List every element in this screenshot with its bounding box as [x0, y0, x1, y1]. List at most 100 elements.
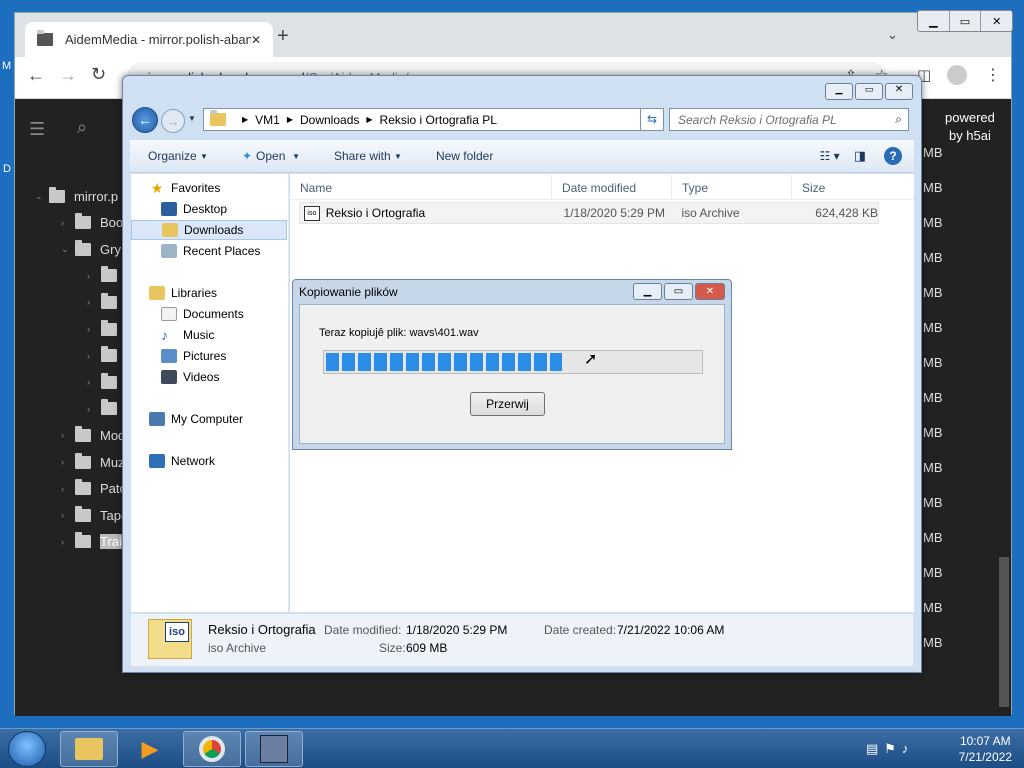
- taskbar-program[interactable]: [245, 731, 303, 767]
- breadcrumb-item[interactable]: VM1: [255, 113, 280, 127]
- search-icon[interactable]: ⌕: [77, 117, 87, 138]
- chevron-right-icon[interactable]: ›: [61, 537, 75, 547]
- minimize-button[interactable]: ▁: [825, 83, 853, 100]
- tree-item[interactable]: › Mod: [61, 422, 125, 448]
- nav-desktop[interactable]: Desktop: [161, 199, 227, 219]
- chevron-right-icon[interactable]: ›: [87, 271, 101, 281]
- copy-dialog: Kopiowanie plików ▁ ▭ ✕ Teraz kopiujê pl…: [292, 279, 732, 450]
- close-button[interactable]: ✕: [695, 283, 725, 300]
- tree-item[interactable]: › Boo: [61, 210, 123, 236]
- close-button[interactable]: ✕: [980, 11, 1012, 31]
- nav-label: Desktop: [183, 202, 228, 216]
- reload-icon[interactable]: ↻: [91, 64, 106, 85]
- nav-downloads[interactable]: Downloads: [131, 220, 287, 240]
- tree-item[interactable]: › Tape: [61, 502, 128, 528]
- chevron-right-icon[interactable]: ›: [87, 324, 101, 334]
- back-button[interactable]: ←: [132, 107, 158, 133]
- chevron-right-icon[interactable]: ›: [61, 218, 75, 228]
- preview-pane-icon[interactable]: ◨: [854, 148, 866, 164]
- chevron-right-icon[interactable]: ›: [61, 457, 75, 467]
- back-icon[interactable]: ←: [27, 65, 45, 86]
- address-bar[interactable]: ▶ VM1 ▶ Downloads ▶ Reksio i Ortografia …: [203, 108, 663, 131]
- copy-status: Teraz kopiujê plik: wavs\401.wav: [319, 327, 479, 339]
- nav-videos[interactable]: Videos: [161, 367, 219, 387]
- nav-network[interactable]: Network: [149, 451, 215, 471]
- nav-pictures[interactable]: Pictures: [161, 346, 226, 366]
- help-icon[interactable]: ?: [884, 147, 902, 165]
- nav-my-computer[interactable]: My Computer: [149, 409, 243, 429]
- start-button[interactable]: [8, 731, 46, 767]
- chevron-down-icon[interactable]: ⌄: [61, 244, 75, 255]
- breadcrumb-item[interactable]: Reksio i Ortografia PL: [380, 113, 497, 127]
- forward-icon[interactable]: →: [59, 65, 77, 86]
- nav-favorites[interactable]: ★ Favorites: [149, 178, 221, 198]
- view-options-icon[interactable]: ☷ ▾: [820, 149, 840, 163]
- open-button[interactable]: ✦ Open ▼: [242, 149, 300, 163]
- column-date[interactable]: Date modified: [552, 174, 672, 199]
- nav-label: Music: [183, 328, 215, 342]
- search-icon[interactable]: ⌕: [895, 112, 902, 127]
- chevron-right-icon[interactable]: ›: [87, 351, 101, 361]
- nav-recent-places[interactable]: Recent Places: [161, 241, 260, 261]
- nav-documents[interactable]: Documents: [161, 304, 244, 324]
- clock[interactable]: 10:07 AM 7/21/2022: [959, 733, 1012, 765]
- chevron-down-icon[interactable]: ⌄: [35, 191, 49, 202]
- folder-icon: [75, 452, 91, 469]
- menu-icon[interactable]: ⋮: [985, 65, 1001, 85]
- history-dropdown-icon[interactable]: ▼: [188, 114, 196, 123]
- nav-music[interactable]: ♪ Music: [161, 325, 214, 345]
- chevron-right-icon[interactable]: ›: [61, 484, 75, 494]
- organize-button[interactable]: Organize ▼: [148, 149, 208, 163]
- tab-search-icon[interactable]: ⌄: [887, 27, 898, 43]
- refresh-button[interactable]: ⇆: [640, 108, 664, 131]
- close-icon[interactable]: ✕: [251, 33, 261, 47]
- file-row[interactable]: iso Reksio i Ortografia 1/18/2020 5:29 P…: [299, 202, 879, 224]
- tree-item[interactable]: › Trail: [61, 529, 125, 555]
- chevron-right-icon[interactable]: ›: [87, 404, 101, 414]
- menu-icon[interactable]: ☰: [29, 119, 45, 140]
- forward-button[interactable]: →: [161, 109, 185, 133]
- new-tab-button[interactable]: +: [277, 25, 289, 48]
- iso-file-large-icon: iso: [148, 619, 192, 659]
- taskbar-media-player[interactable]: ▶: [121, 731, 179, 767]
- program-icon: [260, 735, 288, 763]
- column-size[interactable]: Size: [792, 174, 872, 199]
- search-input[interactable]: Search Reksio i Ortografia PL ⌕: [669, 108, 909, 131]
- folder-icon: [75, 239, 91, 256]
- size-unit: MB: [923, 565, 943, 580]
- taskbar-explorer[interactable]: [60, 731, 118, 767]
- profile-avatar[interactable]: [947, 65, 967, 85]
- tray-icons[interactable]: ▤⚑♪: [866, 741, 914, 757]
- chevron-right-icon[interactable]: ›: [87, 297, 101, 307]
- cancel-button[interactable]: Przerwij: [470, 392, 545, 416]
- new-folder-button[interactable]: New folder: [436, 149, 493, 163]
- close-button[interactable]: ✕: [885, 83, 913, 100]
- tree-item[interactable]: ⌄ Gry: [61, 236, 121, 262]
- maximize-button[interactable]: ▭: [855, 83, 883, 100]
- browser-tab[interactable]: AidemMedia - mirror.polish-abandonware.p…: [25, 22, 273, 57]
- tree-item[interactable]: › Patc: [61, 476, 126, 502]
- taskbar-chrome[interactable]: [183, 731, 241, 767]
- tree-item[interactable]: ⌄ mirror.p: [35, 183, 118, 209]
- nav-label: Network: [171, 454, 216, 468]
- folder-icon: [75, 425, 91, 442]
- nav-libraries[interactable]: Libraries: [149, 283, 217, 303]
- tree-item[interactable]: › Muz: [61, 449, 125, 475]
- size-unit: MB: [923, 530, 943, 545]
- breadcrumb-item[interactable]: Downloads: [300, 113, 359, 127]
- maximize-button[interactable]: ▭: [948, 11, 981, 31]
- chevron-right-icon[interactable]: ›: [61, 430, 75, 440]
- column-name[interactable]: Name: [290, 174, 552, 199]
- minimize-button[interactable]: ▁: [633, 283, 662, 300]
- maximize-button[interactable]: ▭: [664, 283, 693, 300]
- share-label: Share with: [333, 149, 391, 163]
- chevron-right-icon[interactable]: ›: [61, 510, 75, 520]
- size-unit: MB: [923, 250, 943, 265]
- column-type[interactable]: Type: [672, 174, 792, 199]
- chevron-right-icon[interactable]: ›: [87, 377, 101, 387]
- downloads-folder-icon: [162, 223, 178, 237]
- minimize-button[interactable]: ▁: [918, 11, 949, 31]
- scrollbar[interactable]: [999, 557, 1009, 707]
- file-type: iso Archive: [681, 206, 740, 220]
- share-with-button[interactable]: Share with ▼: [334, 149, 402, 163]
